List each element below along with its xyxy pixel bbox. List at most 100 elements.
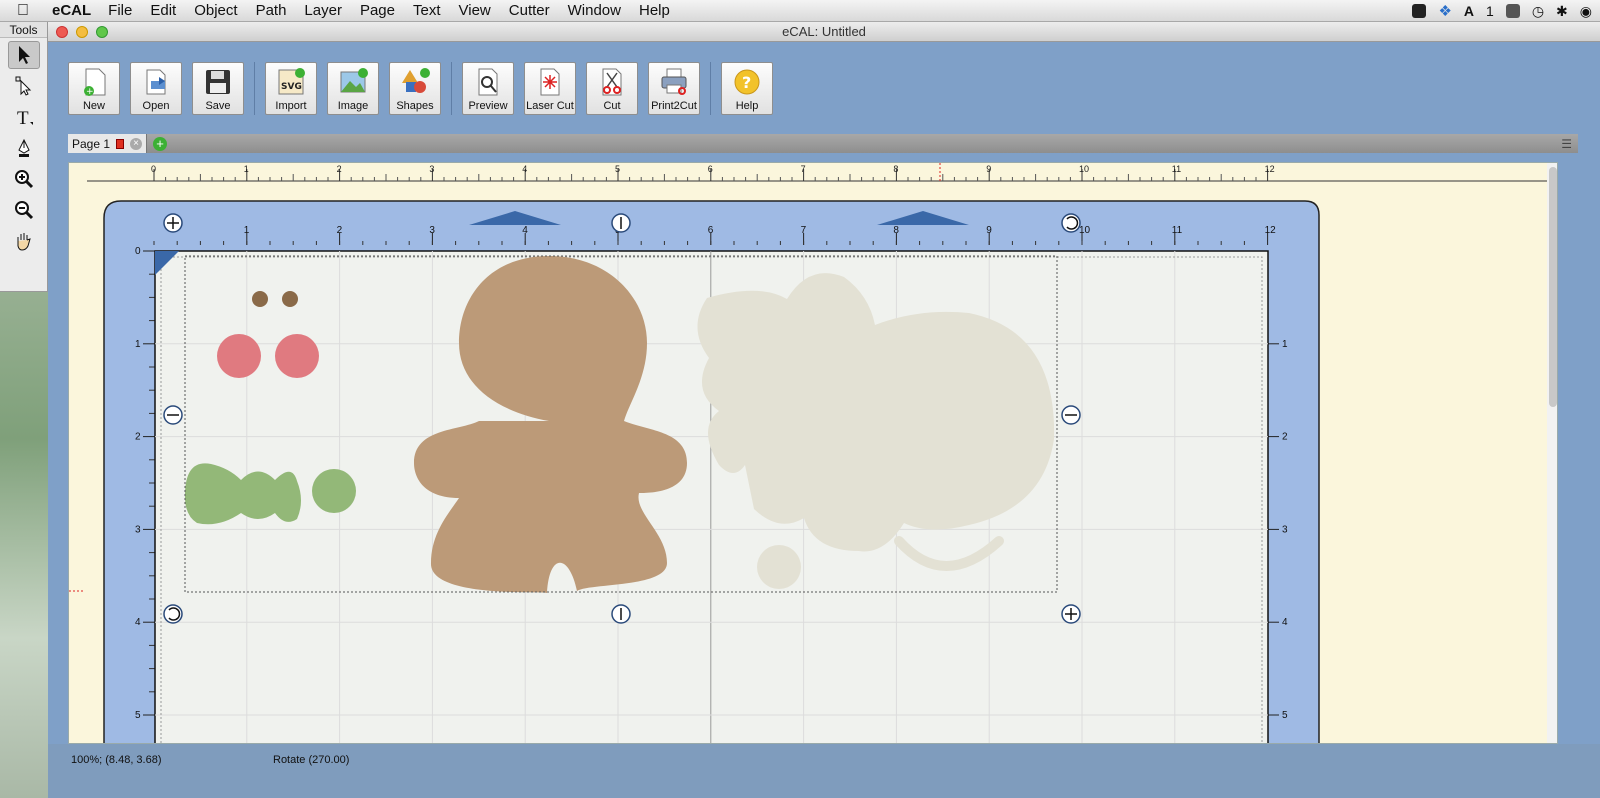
status-app-icon[interactable] — [1412, 4, 1427, 18]
gingerbread-eye-left[interactable] — [252, 291, 268, 307]
mat-ruler-label: 8 — [893, 225, 899, 236]
text-tool[interactable]: T — [8, 103, 40, 131]
top-ruler-bg — [69, 163, 1547, 181]
close-window-button[interactable] — [56, 26, 68, 38]
mat-ruler-label: 4 — [522, 225, 528, 236]
selection-handle-move-icon[interactable] — [163, 213, 183, 233]
tools-palette: Tools T — [0, 22, 48, 292]
print2cut-label: Print2Cut — [651, 100, 697, 112]
help-question-icon: ? — [734, 69, 760, 95]
mat-ruler-label: 10 — [1079, 225, 1091, 236]
menu-page[interactable]: Page — [351, 2, 404, 19]
button-circle[interactable] — [312, 469, 356, 513]
pen-tool[interactable] — [8, 134, 40, 162]
apple-menu-icon[interactable]:  — [0, 2, 46, 20]
status-count: 1 — [1486, 3, 1494, 19]
selection-handle-scale-v-icon[interactable] — [611, 604, 631, 624]
import-button[interactable]: SVG Import — [265, 62, 317, 115]
scrollbar-thumb[interactable] — [1549, 167, 1557, 407]
menu-cutter[interactable]: Cutter — [500, 2, 559, 19]
status-bar: 100%; (8.48, 3.68) Rotate (270.00) — [48, 744, 1600, 798]
save-button[interactable]: Save — [192, 62, 244, 115]
zoom-in-tool[interactable] — [8, 165, 40, 193]
ghost-circle[interactable] — [757, 545, 801, 589]
menu-file[interactable]: File — [99, 2, 141, 19]
menu-layer[interactable]: Layer — [295, 2, 351, 19]
minimize-window-button[interactable] — [76, 26, 88, 38]
scissors-icon — [602, 68, 622, 96]
top-ruler-label: 12 — [1265, 164, 1275, 174]
selection-handle-move-icon[interactable] — [1061, 604, 1081, 624]
calendar-icon[interactable] — [1505, 4, 1520, 18]
top-ruler-label: 1 — [244, 164, 249, 174]
image-button[interactable]: Image — [327, 62, 379, 115]
selection-handle-scale-h-icon[interactable] — [1061, 405, 1081, 425]
selection-handle-rotate-icon[interactable] — [163, 604, 183, 624]
cut-button[interactable]: Cut — [586, 62, 638, 115]
laser-cut-button[interactable]: Laser Cut — [524, 62, 576, 115]
close-tab-icon[interactable]: × — [130, 137, 143, 150]
shapes-button[interactable]: Shapes — [389, 62, 441, 115]
direct-select-tool[interactable] — [8, 72, 40, 100]
zoom-out-tool[interactable] — [8, 196, 40, 224]
tab-page-1[interactable]: Page 1 × — [68, 134, 148, 153]
laser-cut-label: Laser Cut — [526, 100, 574, 112]
left-ruler-label: 5 — [135, 710, 141, 721]
print2cut-button[interactable]: Print2Cut — [648, 62, 700, 115]
top-ruler-label: 5 — [615, 164, 620, 174]
toolbar-separator — [710, 62, 711, 115]
menu-edit[interactable]: Edit — [141, 2, 185, 19]
hand-tool[interactable] — [8, 227, 40, 255]
time-machine-icon[interactable]: ◷ — [1532, 3, 1544, 20]
top-ruler-label: 9 — [986, 164, 991, 174]
menu-text[interactable]: Text — [404, 2, 450, 19]
menu-help[interactable]: Help — [630, 2, 679, 19]
new-label: New — [82, 100, 105, 112]
text-icon: T — [17, 108, 33, 127]
svg-text:+: + — [86, 87, 94, 97]
top-ruler-label: 0 — [151, 164, 156, 174]
selection-handle-scale-v-icon[interactable] — [611, 213, 631, 233]
mat-ruler-label: 12 — [1265, 225, 1277, 236]
menu-app[interactable]: eCAL — [46, 2, 99, 19]
gingerbread-eye-right[interactable] — [282, 291, 298, 307]
menu-view[interactable]: View — [450, 2, 500, 19]
toolbar-separator — [254, 62, 255, 115]
dropbox-icon[interactable]: ❖ — [1438, 2, 1451, 20]
action-readout: Rotate (270.00) — [273, 754, 350, 766]
mat-ruler-label: 3 — [429, 225, 435, 236]
menu-path[interactable]: Path — [247, 2, 296, 19]
open-label: Open — [142, 100, 170, 112]
zoom-window-button[interactable] — [96, 26, 108, 38]
wifi-icon[interactable]: ◉ — [1580, 3, 1592, 20]
preview-button[interactable]: Preview — [462, 62, 514, 115]
design-canvas[interactable]: 0123456789101112 12345678910111201234512… — [68, 162, 1558, 744]
floppy-disk-icon — [206, 70, 230, 94]
tab-menu-icon[interactable]: ☰ — [1561, 137, 1572, 151]
help-button[interactable]: ? Help — [721, 62, 773, 115]
gingerbread-cheek-right[interactable] — [275, 334, 319, 378]
add-page-icon[interactable]: + — [153, 136, 168, 151]
new-button[interactable]: + New — [68, 62, 120, 115]
menu-window[interactable]: Window — [559, 2, 630, 19]
menu-bar:  eCAL File Edit Object Path Layer Page … — [0, 0, 1600, 22]
top-ruler-label: 3 — [429, 164, 434, 174]
gingerbread-cheek-left[interactable] — [217, 334, 261, 378]
direct-select-icon — [15, 76, 31, 96]
canvas-svg[interactable]: 0123456789101112 12345678910111201234512… — [69, 163, 1558, 744]
bluetooth-icon[interactable]: ✱ — [1556, 3, 1568, 20]
preview-magnifier-icon — [478, 68, 498, 96]
left-ruler-label: 3 — [135, 524, 141, 535]
menu-object[interactable]: Object — [185, 2, 246, 19]
open-button[interactable]: Open — [130, 62, 182, 115]
page-color-swatch[interactable] — [116, 138, 125, 149]
left-ruler-label: 1 — [135, 339, 141, 350]
mat-ruler-label: 11 — [1172, 225, 1183, 236]
tools-title: Tools — [0, 22, 47, 38]
selection-handle-rotate-icon[interactable] — [1061, 213, 1081, 233]
adobe-icon[interactable]: A — [1464, 3, 1474, 19]
selection-handle-scale-h-icon[interactable] — [163, 405, 183, 425]
select-tool[interactable] — [7, 41, 40, 69]
app-window: eCAL: Untitled + New Open Save SVG Impor… — [48, 22, 1600, 798]
top-ruler-label: 2 — [337, 164, 342, 174]
